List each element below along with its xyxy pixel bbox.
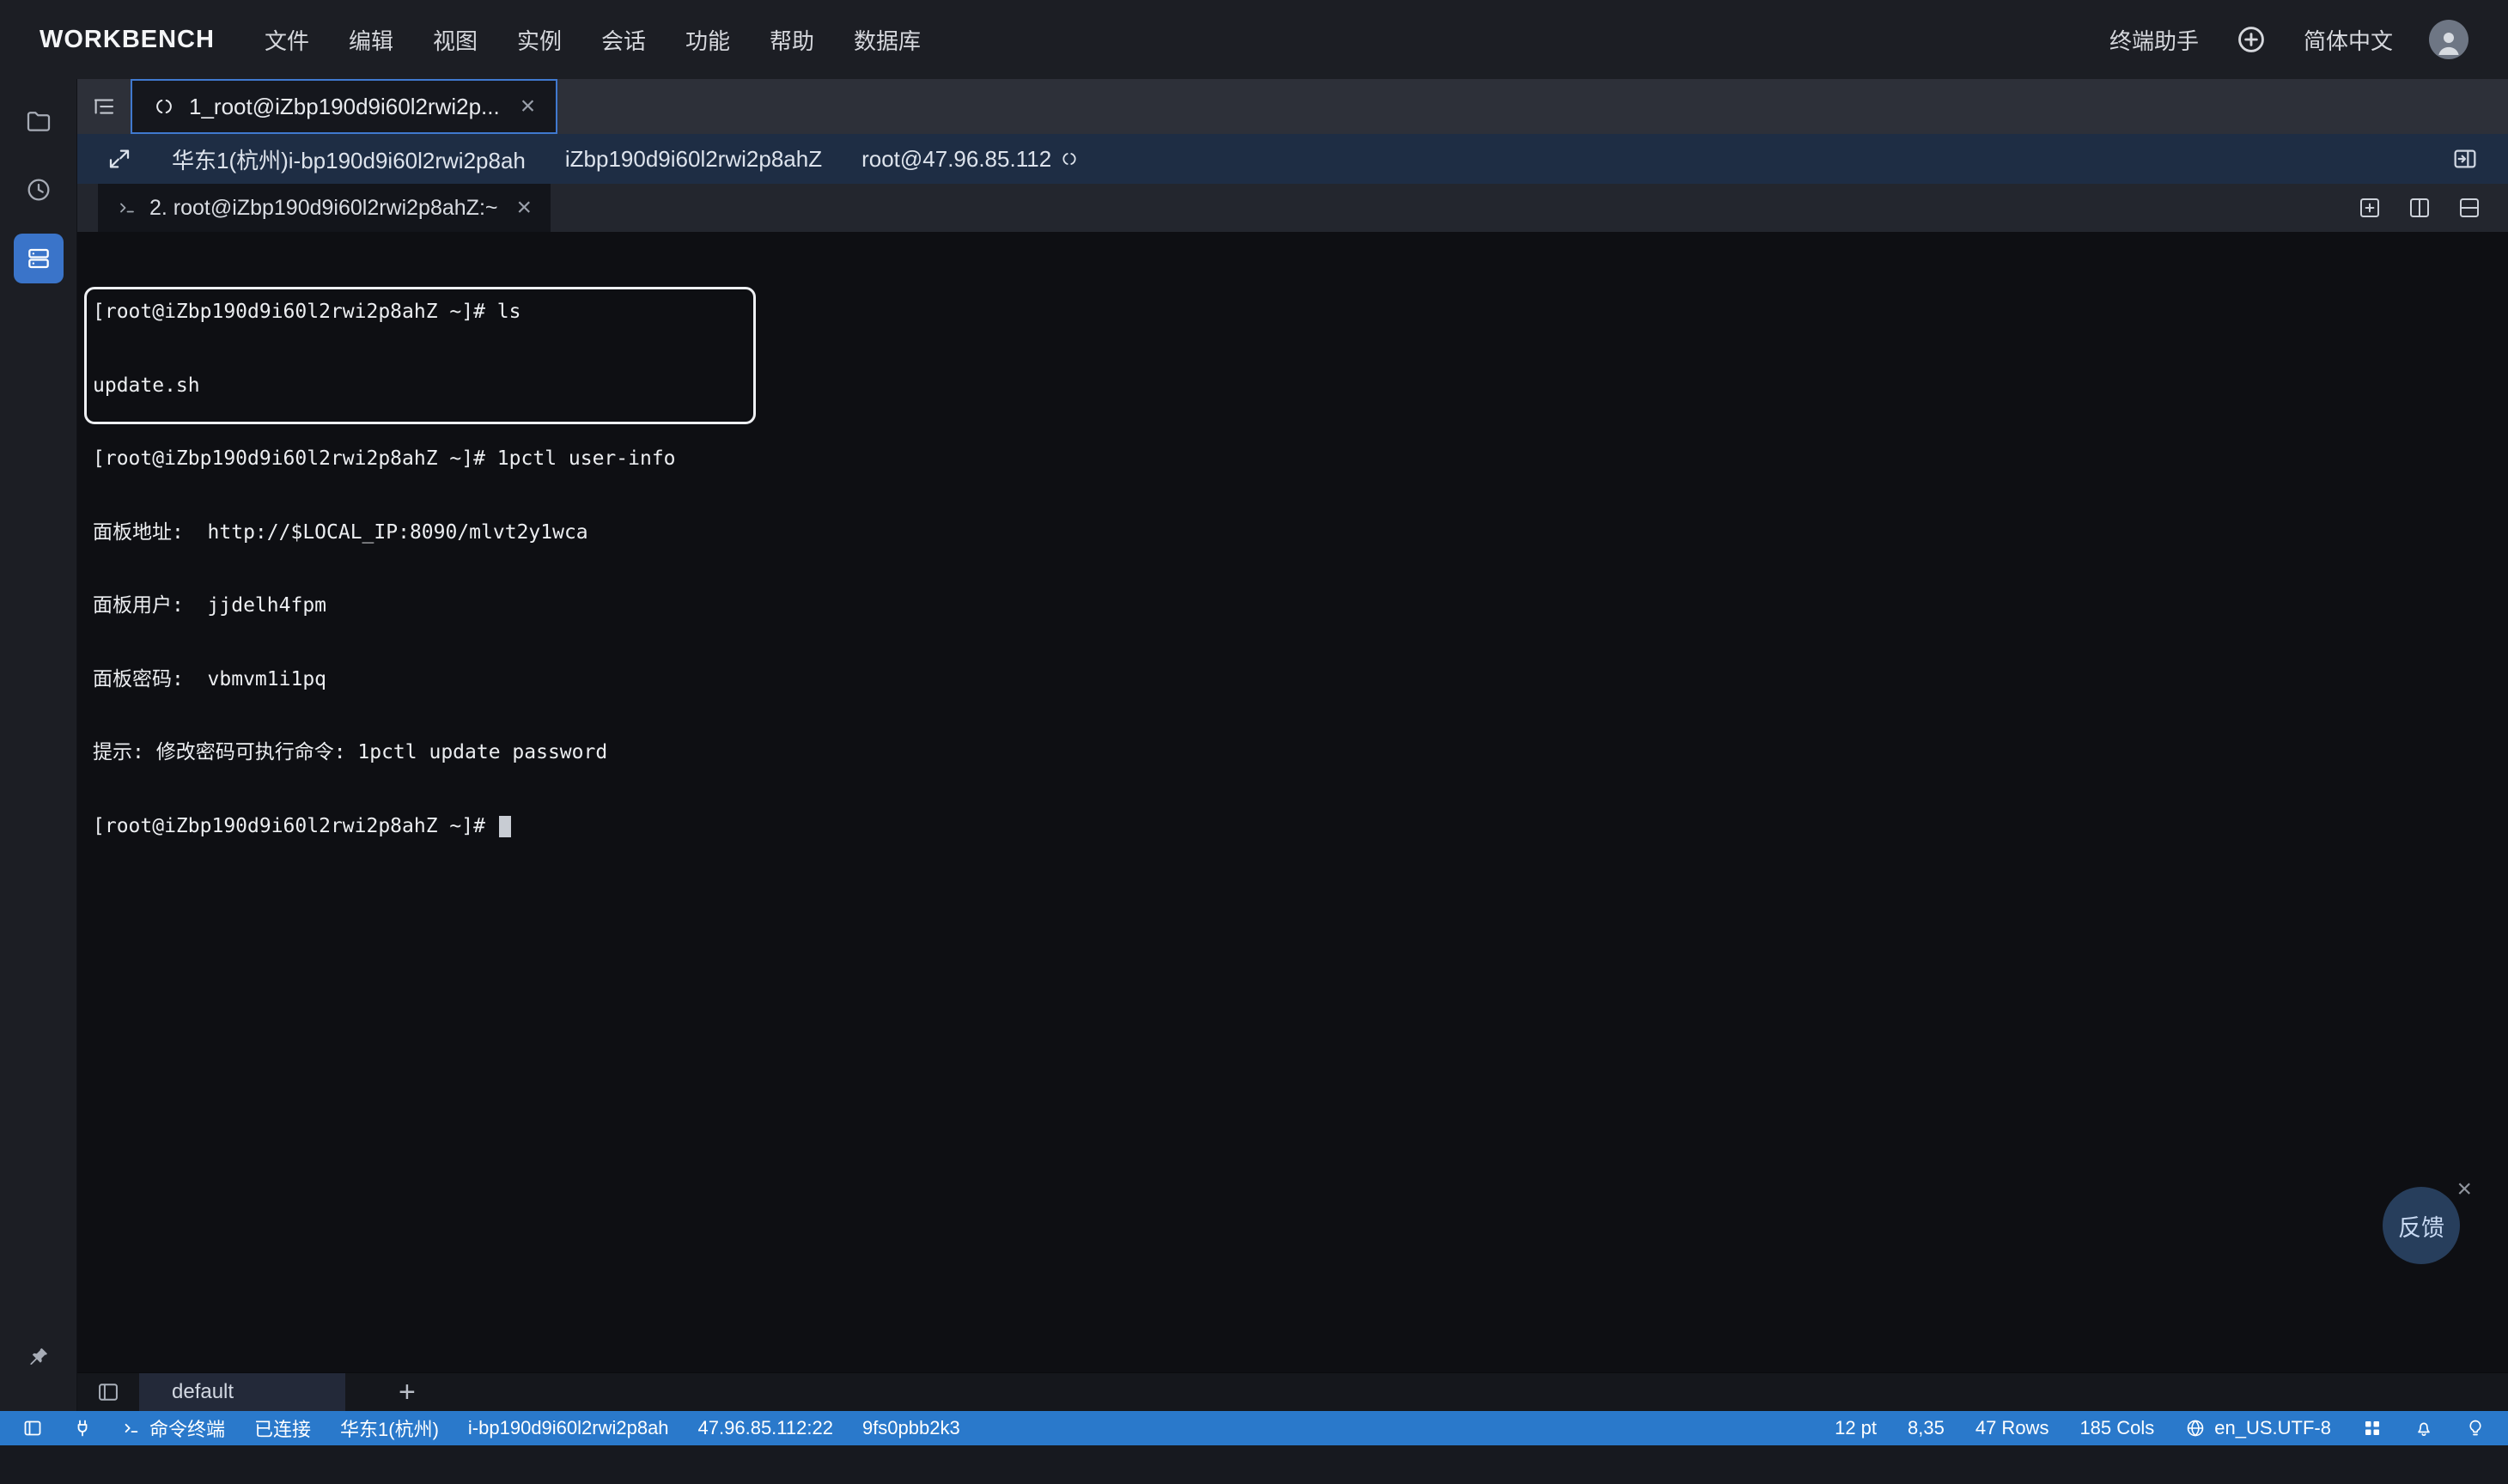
- terminal-prompt: [root@iZbp190d9i60l2rwi2p8ahZ ~]#: [93, 815, 497, 837]
- statusbar-region: 华东1(杭州): [340, 1414, 439, 1442]
- terminal-tabstrip: 2. root@iZbp190d9i60l2rwi2p8ahZ:~ ×: [77, 184, 2508, 232]
- bottom-tab-label: default: [172, 1380, 234, 1404]
- app-brand: WORKBENCH: [40, 26, 215, 54]
- bottom-tab-default[interactable]: default: [139, 1373, 345, 1411]
- terminal-prompt-line: [root@iZbp190d9i60l2rwi2p8ahZ ~]#: [93, 814, 2508, 839]
- menu-database[interactable]: 数据库: [849, 15, 926, 64]
- menu-help[interactable]: 帮助: [764, 15, 819, 64]
- statusbar-font-size[interactable]: 12 pt: [1835, 1417, 1877, 1439]
- statusbar-terminal-mode[interactable]: 命令终端: [122, 1414, 225, 1442]
- session-tab[interactable]: 1_root@iZbp190d9i60l2rwi2p... ×: [131, 79, 557, 134]
- statusbar-right-group: 12 pt 8,35 47 Rows 185 Cols en_US.UTF-8: [1835, 1417, 2486, 1439]
- main-menus: 文件 编辑 视图 实例 会话 功能 帮助 数据库: [259, 15, 926, 64]
- statusbar-encoding[interactable]: en_US.UTF-8: [2185, 1417, 2331, 1439]
- statusbar-instance-id: i-bp190d9i60l2rwi2p8ah: [468, 1417, 669, 1439]
- folder-icon: [25, 107, 52, 135]
- pin-sidebar-button[interactable]: [14, 1332, 64, 1382]
- feedback-close-icon[interactable]: ×: [2456, 1177, 2472, 1202]
- menu-instance[interactable]: 实例: [512, 15, 567, 64]
- add-circle-icon[interactable]: [2235, 23, 2268, 56]
- terminal-cursor: [499, 816, 511, 837]
- terminal-line: update.sh: [93, 374, 2508, 398]
- terminal-pane-actions: [2357, 184, 2508, 232]
- panel-terminal-icon[interactable]: [77, 1373, 139, 1411]
- connection-hostname: iZbp190d9i60l2rwi2p8ahZ: [565, 146, 822, 173]
- plug-icon[interactable]: [72, 1418, 93, 1438]
- bell-icon[interactable]: [2414, 1418, 2434, 1438]
- close-icon[interactable]: ×: [517, 195, 533, 221]
- menu-view[interactable]: 视图: [428, 15, 483, 64]
- terminal-line: 面板密码: vbmvm1i1pq: [93, 667, 2508, 692]
- menu-file[interactable]: 文件: [259, 15, 314, 64]
- topbar-right-group: 终端助手 简体中文: [2109, 20, 2468, 59]
- connection-instance: 华东1(杭州)i-bp190d9i60l2rwi2p8ah: [172, 143, 526, 175]
- terminal-tab-label: 2. root@iZbp190d9i60l2rwi2p8ahZ:~: [149, 196, 498, 221]
- new-pane-icon[interactable]: [2357, 195, 2383, 221]
- statusbar-session-id: 9fs0pbb2k3: [862, 1417, 960, 1439]
- connection-login: root@47.96.85.112: [861, 146, 1051, 173]
- pin-icon: [26, 1344, 52, 1370]
- terminal-line: 面板地址: http://$LOCAL_IP:8090/mlvt2y1wca: [93, 520, 2508, 545]
- files-sidebar-button[interactable]: [14, 96, 64, 146]
- server-list-icon: [25, 245, 52, 272]
- split-vertical-icon[interactable]: [2407, 195, 2432, 221]
- language-selector[interactable]: 简体中文: [2304, 24, 2393, 56]
- main-body: 1_root@iZbp190d9i60l2rwi2p... × 华东1(杭州)i…: [0, 79, 2508, 1411]
- lightbulb-icon[interactable]: [2465, 1418, 2486, 1438]
- statusbar-cursor-position: 8,35: [1908, 1417, 1945, 1439]
- feedback-button[interactable]: 反馈: [2383, 1187, 2460, 1264]
- terminal-line: 面板用户: jjdelh4fpm: [93, 593, 2508, 618]
- encoding-label: en_US.UTF-8: [2214, 1417, 2331, 1439]
- menu-session[interactable]: 会话: [596, 15, 651, 64]
- menu-edit[interactable]: 编辑: [344, 15, 399, 64]
- terminal-line: [root@iZbp190d9i60l2rwi2p8ahZ ~]# 1pctl …: [93, 447, 2508, 471]
- grid-keypad-icon[interactable]: [2362, 1418, 2383, 1438]
- terminal-mode-label: 命令终端: [149, 1414, 225, 1442]
- bottom-tabstrip: default +: [77, 1372, 2508, 1411]
- top-menu-bar: WORKBENCH 文件 编辑 视图 实例 会话 功能 帮助 数据库 终端助手 …: [0, 0, 2508, 79]
- statusbar-address: 47.96.85.112:22: [698, 1417, 833, 1439]
- connection-login-group: root@47.96.85.112: [861, 146, 1079, 173]
- remote-session-icon: [1060, 149, 1079, 168]
- activity-sidebar: [0, 79, 77, 1411]
- terminal-prompt-icon: [117, 198, 137, 218]
- session-tabstrip: 1_root@iZbp190d9i60l2rwi2p... ×: [77, 79, 2508, 134]
- avatar[interactable]: [2429, 20, 2468, 59]
- globe-icon: [2185, 1418, 2206, 1438]
- terminal-assistant-button[interactable]: 终端助手: [2109, 24, 2199, 56]
- connection-bar: 华东1(杭州)i-bp190d9i60l2rwi2p8ah iZbp190d9i…: [77, 134, 2508, 184]
- terminal-line: 提示: 修改密码可执行命令: 1pctl update password: [93, 740, 2508, 765]
- terminal-prompt-icon: [122, 1419, 141, 1438]
- statusbar-rows: 47 Rows: [1975, 1417, 2049, 1439]
- close-icon[interactable]: ×: [520, 94, 536, 119]
- terminal-screen[interactable]: [root@iZbp190d9i60l2rwi2p8ahZ ~]# ls upd…: [77, 232, 2508, 1372]
- terminal-line: [root@iZbp190d9i60l2rwi2p8ahZ ~]# ls: [93, 300, 2508, 325]
- content-area: 1_root@iZbp190d9i60l2rwi2p... × 华东1(杭州)i…: [77, 79, 2508, 1411]
- statusbar-cols: 185 Cols: [2079, 1417, 2154, 1439]
- session-list-toggle-button[interactable]: [77, 79, 131, 134]
- history-icon: [25, 176, 52, 204]
- session-tab-label: 1_root@iZbp190d9i60l2rwi2p...: [189, 94, 500, 120]
- sessions-sidebar-button[interactable]: [14, 234, 64, 283]
- menu-feature[interactable]: 功能: [680, 15, 735, 64]
- history-sidebar-button[interactable]: [14, 165, 64, 215]
- new-terminal-tab-button[interactable]: +: [388, 1373, 426, 1411]
- split-horizontal-icon[interactable]: [2456, 195, 2482, 221]
- remote-session-icon: [153, 95, 175, 118]
- tree-outline-icon: [91, 94, 117, 119]
- terminal-tab[interactable]: 2. root@iZbp190d9i60l2rwi2p8ahZ:~ ×: [98, 184, 551, 232]
- collapse-expand-icon[interactable]: [107, 146, 132, 172]
- toggle-side-panel-icon[interactable]: [2451, 145, 2479, 173]
- connection-status: 已连接: [254, 1414, 311, 1442]
- panel-layout-icon[interactable]: [22, 1418, 43, 1438]
- status-bar: 命令终端 已连接 华东1(杭州) i-bp190d9i60l2rwi2p8ah …: [0, 1411, 2508, 1445]
